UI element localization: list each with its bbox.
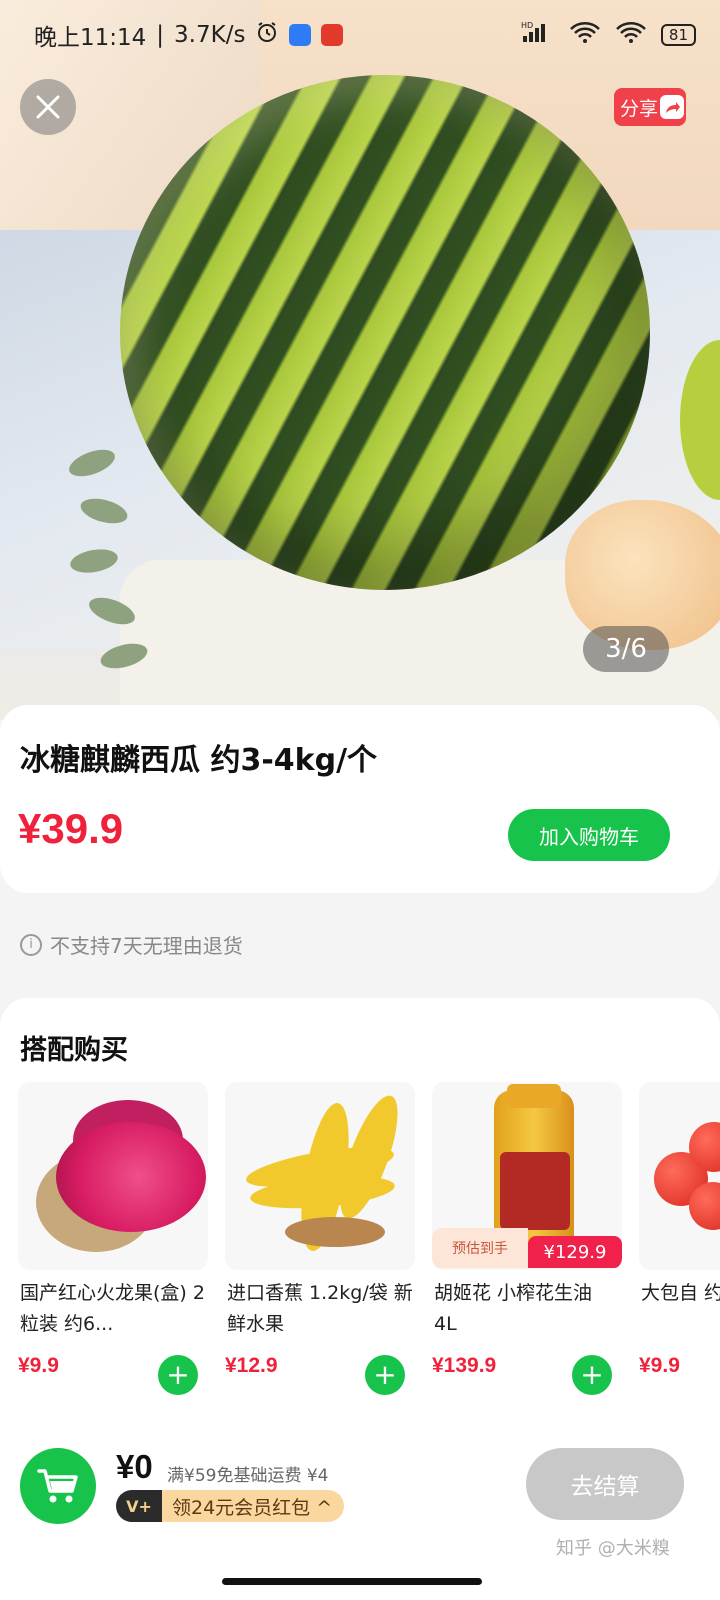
product-image-carousel[interactable]: 晚上11:14 | 3.7K/s HD 81 分享 3/6: [0, 0, 720, 720]
info-icon: i: [20, 933, 42, 956]
add-to-cart-button[interactable]: 加入购物车: [508, 809, 670, 861]
svg-text:HD: HD: [521, 21, 533, 30]
product-price: ¥39.9: [18, 805, 124, 852]
cart-button[interactable]: [20, 1448, 96, 1524]
add-bundle-item-button[interactable]: +: [572, 1355, 612, 1395]
status-bar: 晚上11:14 | 3.7K/s HD 81: [0, 0, 720, 70]
status-separator: |: [156, 22, 165, 48]
status-net-speed: 3.7K/s: [174, 22, 246, 48]
bundle-title: 搭配购买: [20, 1035, 128, 1066]
home-indicator[interactable]: [222, 1578, 482, 1585]
bundle-item-image[interactable]: 预估到手 ¥129.9: [432, 1082, 622, 1270]
bundle-item-name[interactable]: 大包自 约800g: [641, 1278, 720, 1340]
bundle-item-price: ¥139.9: [432, 1354, 497, 1377]
app-root: 晚上11:14 | 3.7K/s HD 81 分享 3/6 冰糖麒麟西瓜 约3-…: [0, 0, 720, 1600]
bundle-item-price: ¥12.9: [225, 1354, 278, 1377]
estimated-price-value: ¥129.9: [528, 1236, 622, 1268]
plus-icon: +: [373, 1358, 397, 1391]
close-button[interactable]: [20, 79, 76, 135]
wifi-icon: [569, 20, 601, 50]
plus-icon: +: [166, 1358, 190, 1391]
return-policy-notice: i 不支持7天无理由退货: [20, 930, 243, 959]
bundle-item-image[interactable]: [225, 1082, 415, 1270]
bundle-item-name[interactable]: 国产红心火龙果(盒) 2粒装 约6...: [20, 1278, 206, 1340]
oil-bottle-cap: [507, 1084, 561, 1108]
bundle-item-price: ¥9.9: [639, 1354, 680, 1377]
estimated-price-label: 预估到手: [432, 1228, 528, 1268]
checkout-button[interactable]: 去结算: [526, 1448, 684, 1520]
alarm-icon: [255, 20, 279, 50]
return-policy-text: 不支持7天无理由退货: [50, 934, 243, 958]
plus-icon: +: [580, 1358, 604, 1391]
bundle-item[interactable]: 大包自 约800g ¥9.9: [639, 1082, 720, 1412]
wifi-icon: [615, 20, 647, 50]
vip-coupon-text: 领24元会员红包 ^: [162, 1490, 345, 1522]
bundle-item-name[interactable]: 进口香蕉 1.2kg/袋 新鲜水果: [227, 1278, 413, 1340]
bundle-item-name[interactable]: 胡姬花 小榨花生油 4L: [434, 1278, 620, 1340]
bundle-item-price: ¥9.9: [18, 1354, 59, 1377]
add-bundle-item-button[interactable]: +: [365, 1355, 405, 1395]
watermark: 知乎 @大米糗: [556, 1538, 670, 1559]
bundle-item-image[interactable]: [18, 1082, 208, 1270]
cart-total: ¥0: [116, 1448, 153, 1485]
bundle-section: 搭配购买 国产红心火龙果(盒) 2粒装 约6... ¥9.9 + 进口香蕉 1.…: [0, 998, 720, 1428]
oil-bottle-label: [500, 1152, 570, 1230]
bundle-item[interactable]: 国产红心火龙果(盒) 2粒装 约6... ¥9.9 +: [18, 1082, 208, 1412]
signal-icon: HD: [521, 20, 555, 50]
app-notification-icon: [289, 24, 312, 46]
estimated-price-tag: 预估到手 ¥129.9: [432, 1228, 622, 1268]
bundle-list[interactable]: 国产红心火龙果(盒) 2粒装 约6... ¥9.9 + 进口香蕉 1.2kg/袋…: [18, 1082, 720, 1412]
shipping-info: 满¥59免基础运费 ¥4: [167, 1466, 329, 1486]
bundle-item[interactable]: 预估到手 ¥129.9 胡姬花 小榨花生油 4L ¥139.9 +: [432, 1082, 622, 1412]
app-notification-icon: [321, 24, 344, 46]
share-label: 分享: [620, 97, 659, 120]
battery-indicator: 81: [660, 24, 696, 46]
shopping-cart-icon: [37, 1469, 78, 1503]
product-title: 冰糖麒麟西瓜 约3-4kg/个: [20, 743, 378, 778]
status-time: 晚上11:14: [34, 25, 147, 51]
close-icon: [36, 95, 60, 119]
share-button[interactable]: 分享: [614, 88, 686, 126]
dragon-fruit-image: [56, 1122, 206, 1232]
vip-coupon-banner[interactable]: V+ 领24元会员红包 ^: [116, 1490, 345, 1522]
bottom-checkout-bar: ¥0 满¥59免基础运费 ¥4 V+ 领24元会员红包 ^ 去结算 知乎 @大米…: [0, 1428, 720, 1600]
bundle-item-image[interactable]: [639, 1082, 720, 1270]
watermelon-image: [120, 75, 650, 590]
bundle-item[interactable]: 进口香蕉 1.2kg/袋 新鲜水果 ¥12.9 +: [225, 1082, 415, 1412]
image-page-indicator: 3/6: [583, 626, 669, 672]
vip-badge: V+: [116, 1490, 162, 1522]
product-info-card: 冰糖麒麟西瓜 约3-4kg/个 ¥39.9 加入购物车: [0, 705, 720, 893]
add-bundle-item-button[interactable]: +: [158, 1355, 198, 1395]
share-icon: [660, 95, 685, 119]
wooden-plate: [285, 1217, 385, 1247]
